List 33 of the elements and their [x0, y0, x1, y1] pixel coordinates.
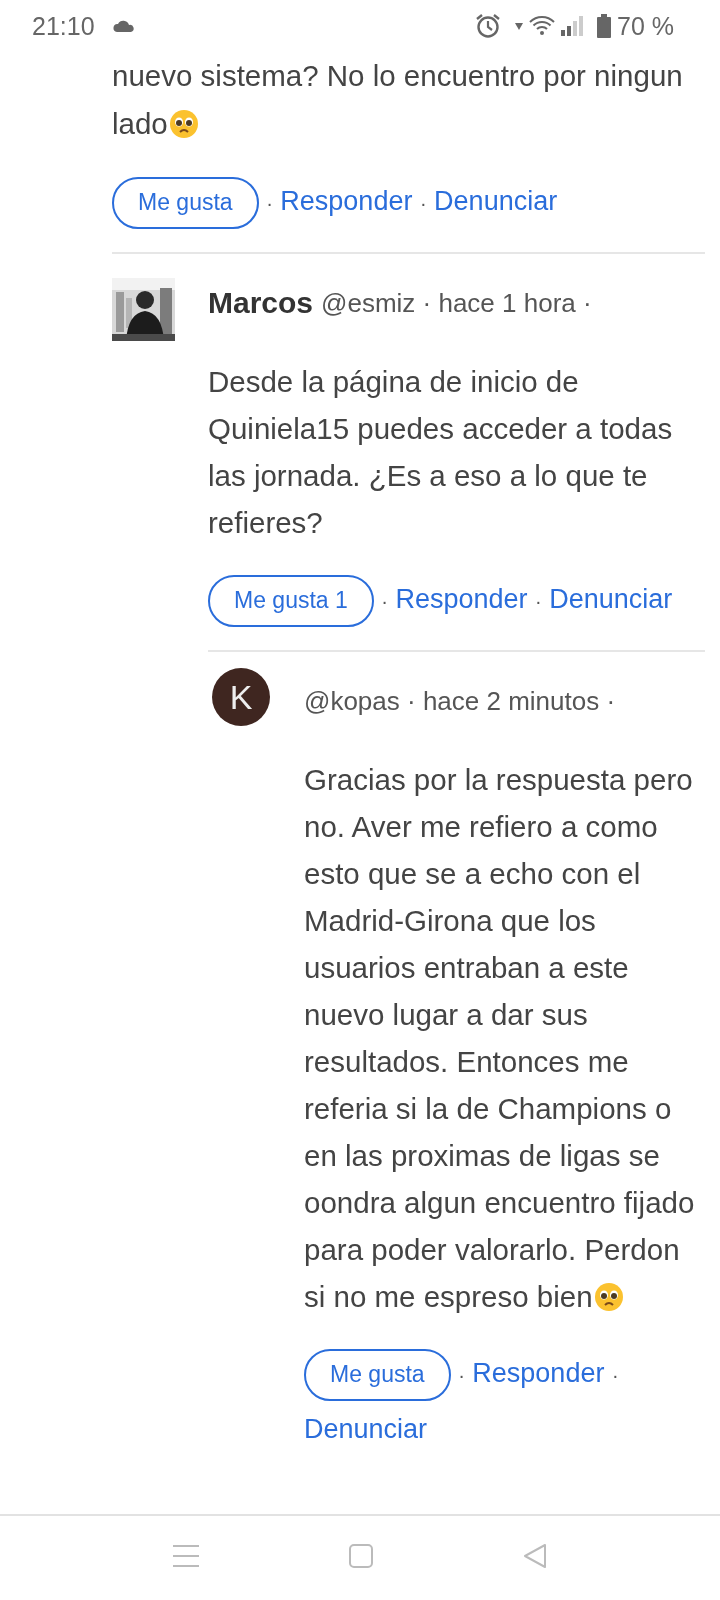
menu-icon[interactable] [173, 1545, 199, 1567]
action-link[interactable]: Responder [472, 1358, 605, 1388]
action-link[interactable]: Denunciar [434, 186, 558, 216]
comment-text: nuevo sistema? No lo encuentro por ningun lado [112, 58, 684, 142]
comment-text: Gracias por la respuesta pero no. Aver me refiero a como esto que se a echo con el Madrid-Girona que los usuarios entraban a este nuevo lugar a dar sus resultados. Entonces me referia si la de Champions o en las proximas de ligas se oondra algun encuentro fijado para poder valorarlo. Perdon si no me espreso bien [304, 762, 696, 1315]
action-link[interactable]: Denunciar [304, 1414, 428, 1444]
separator-dot: · [381, 590, 388, 612]
separator-dot: · [611, 1364, 619, 1386]
author-name: Marcos [208, 286, 314, 320]
separator-dot: · [266, 192, 273, 214]
back-icon[interactable] [523, 1543, 547, 1569]
like-button[interactable]: Me gusta [304, 1348, 451, 1401]
action-link[interactable]: Responder [280, 186, 413, 216]
wifi-icon [529, 16, 555, 36]
alarm-icon [475, 13, 501, 39]
comment-meta: @esmiz · hace 1 hora · [321, 287, 592, 319]
separator-dot: · [535, 590, 542, 612]
cloud-icon [112, 20, 135, 32]
like-button[interactable]: Me gusta [112, 176, 259, 229]
separator-dot: · [419, 192, 427, 214]
separator-dot: · [458, 1364, 465, 1386]
battery-percentage: 70 % [617, 11, 674, 41]
home-square-icon[interactable] [349, 1544, 373, 1568]
battery-icon [597, 14, 611, 38]
signal-icon [561, 16, 583, 36]
action-link[interactable]: Denunciar [549, 584, 673, 614]
like-button[interactable]: Me gusta 1 [208, 574, 374, 627]
comment-text: Desde la página de inicio de Quiniela15 puedes acceder a todas las jornada. ¿Es a eso a lo que te refieres? [208, 364, 674, 541]
clock-time: 21:10 [32, 11, 95, 41]
data-arrow-icon [515, 22, 523, 30]
avatar-initial: K [212, 668, 270, 726]
action-link[interactable]: Responder [395, 584, 528, 614]
comment-meta: @kopas · hace 2 minutos · [304, 685, 616, 717]
